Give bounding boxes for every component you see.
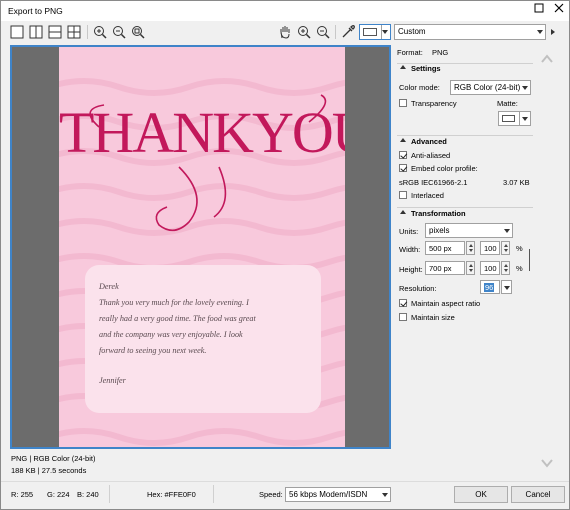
height-label: Height: bbox=[399, 265, 423, 274]
top-bottom-icon[interactable] bbox=[47, 24, 63, 40]
units-label: Units: bbox=[399, 227, 419, 236]
transparency-label: Transparency bbox=[411, 99, 457, 108]
advanced-header: Advanced bbox=[411, 137, 447, 146]
eyedropper-icon[interactable] bbox=[340, 24, 356, 40]
maintain-aspect-checkbox[interactable] bbox=[399, 299, 407, 307]
close-icon bbox=[554, 3, 564, 13]
preview-pane[interactable]: THANKYOU Derek Thank you very much for t… bbox=[10, 45, 391, 449]
note-text: Derek Thank you very much for the lovely… bbox=[99, 279, 311, 389]
height-percent-sign: % bbox=[516, 264, 523, 273]
embed-profile-label: Embed color profile: bbox=[411, 164, 478, 173]
scroll-up-icon[interactable] bbox=[540, 53, 554, 65]
window-title: Export to PNG bbox=[8, 6, 63, 16]
scroll-down-icon[interactable] bbox=[540, 457, 554, 469]
zoom-fit-icon[interactable] bbox=[130, 24, 146, 40]
blue-value: B: 240 bbox=[77, 490, 99, 499]
interlaced-checkbox[interactable] bbox=[399, 191, 407, 199]
link-bracket bbox=[529, 249, 530, 271]
cancel-button[interactable]: Cancel bbox=[511, 486, 565, 503]
green-value: G: 224 bbox=[47, 490, 70, 499]
profile-name: sRGB IEC61966-2.1 bbox=[399, 178, 468, 187]
ok-button[interactable]: OK bbox=[454, 486, 508, 503]
speed-value: 56 kbps Modem/ISDN bbox=[289, 490, 368, 499]
width-percent-sign: % bbox=[516, 244, 523, 253]
quad-view-icon[interactable] bbox=[66, 24, 82, 40]
note-box: Derek Thank you very much for the lovely… bbox=[85, 265, 321, 413]
height-spinner[interactable] bbox=[466, 261, 475, 275]
format-value: PNG bbox=[432, 48, 449, 57]
zoom-out-icon[interactable] bbox=[111, 24, 127, 40]
zoom-out-icon[interactable] bbox=[315, 24, 331, 40]
side-by-side-icon[interactable] bbox=[28, 24, 44, 40]
profile-size: 3.07 KB bbox=[503, 178, 530, 187]
matte-swatch bbox=[502, 115, 515, 122]
width-percent-spinner[interactable] bbox=[501, 241, 510, 255]
card-image: THANKYOU Derek Thank you very much for t… bbox=[59, 47, 345, 447]
collapse-transformation-icon[interactable] bbox=[400, 210, 406, 214]
interlaced-label: Interlaced bbox=[411, 191, 444, 200]
maintain-aspect-label: Maintain aspect ratio bbox=[411, 299, 481, 308]
zoom-in-icon[interactable] bbox=[92, 24, 108, 40]
transformation-header: Transformation bbox=[411, 209, 466, 218]
note-line: Thank you very much for the lovely eveni… bbox=[99, 298, 249, 307]
height-input[interactable]: 700 px bbox=[425, 261, 465, 275]
matte-color-dropdown[interactable] bbox=[359, 24, 391, 40]
resolution-input[interactable]: 96 bbox=[480, 280, 500, 294]
hand-pan-icon[interactable] bbox=[277, 24, 293, 40]
maximize-button[interactable] bbox=[531, 3, 547, 17]
toolbar-separator bbox=[335, 25, 336, 39]
file-info-line1: PNG | RGB Color (24-bit) bbox=[11, 454, 96, 463]
transparency-checkbox[interactable] bbox=[399, 99, 407, 107]
units-dropdown[interactable]: pixels bbox=[425, 223, 513, 238]
speed-dropdown[interactable]: 56 kbps Modem/ISDN bbox=[285, 487, 391, 502]
preset-value: Custom bbox=[398, 27, 426, 36]
format-label: Format: bbox=[397, 48, 423, 57]
matte-dropdown[interactable] bbox=[498, 111, 531, 126]
width-label: Width: bbox=[399, 245, 421, 254]
settings-header: Settings bbox=[411, 64, 441, 73]
color-mode-dropdown[interactable]: RGB Color (24-bit) bbox=[450, 80, 531, 95]
resolution-label: Resolution: bbox=[399, 284, 437, 293]
color-mode-label: Color mode: bbox=[399, 83, 440, 92]
collapse-settings-icon[interactable] bbox=[400, 65, 406, 69]
units-value: pixels bbox=[429, 226, 450, 235]
note-line: and the company was very enjoyable. I lo… bbox=[99, 330, 243, 339]
height-percent-input[interactable]: 100 bbox=[480, 261, 500, 275]
color-mode-value: RGB Color (24-bit) bbox=[454, 83, 521, 92]
export-dialog: Export to PNG Custom THANKYOU Derek Than… bbox=[0, 0, 570, 510]
maximize-icon bbox=[534, 3, 544, 13]
thank-you-heading: THANKYOU bbox=[59, 100, 345, 165]
anti-aliased-checkbox[interactable] bbox=[399, 151, 407, 159]
speed-label: Speed: bbox=[259, 490, 283, 499]
resolution-dropdown[interactable] bbox=[501, 280, 512, 294]
note-signature: Jennifer bbox=[99, 376, 126, 385]
note-line: forward to seeing you next week. bbox=[99, 346, 207, 355]
close-button[interactable] bbox=[551, 3, 567, 17]
hex-value: Hex: #FFE0F0 bbox=[147, 490, 196, 499]
title-bar: Export to PNG bbox=[1, 1, 569, 21]
note-greeting: Derek bbox=[99, 282, 119, 291]
zoom-in-icon[interactable] bbox=[296, 24, 312, 40]
height-percent-spinner[interactable] bbox=[501, 261, 510, 275]
maintain-size-label: Maintain size bbox=[411, 313, 455, 322]
maintain-size-checkbox[interactable] bbox=[399, 313, 407, 321]
embed-profile-checkbox[interactable] bbox=[399, 164, 407, 172]
collapse-advanced-icon[interactable] bbox=[400, 138, 406, 142]
single-view-icon[interactable] bbox=[9, 24, 25, 40]
width-percent-input[interactable]: 100 bbox=[480, 241, 500, 255]
resolution-value: 96 bbox=[484, 283, 495, 292]
anti-aliased-label: Anti-aliased bbox=[411, 151, 451, 160]
red-value: R: 255 bbox=[11, 490, 34, 499]
toolbar: Custom bbox=[1, 21, 569, 43]
file-info-line2: 188 KB | 27.5 seconds bbox=[11, 466, 87, 475]
preset-dropdown[interactable]: Custom bbox=[394, 24, 546, 40]
preset-menu-arrow-icon[interactable] bbox=[551, 29, 555, 35]
width-input[interactable]: 500 px bbox=[425, 241, 465, 255]
note-line: really had a very good time. The food wa… bbox=[99, 314, 256, 323]
matte-label: Matte: bbox=[497, 99, 518, 108]
color-swatch bbox=[363, 28, 377, 36]
toolbar-separator bbox=[87, 25, 88, 39]
width-spinner[interactable] bbox=[466, 241, 475, 255]
